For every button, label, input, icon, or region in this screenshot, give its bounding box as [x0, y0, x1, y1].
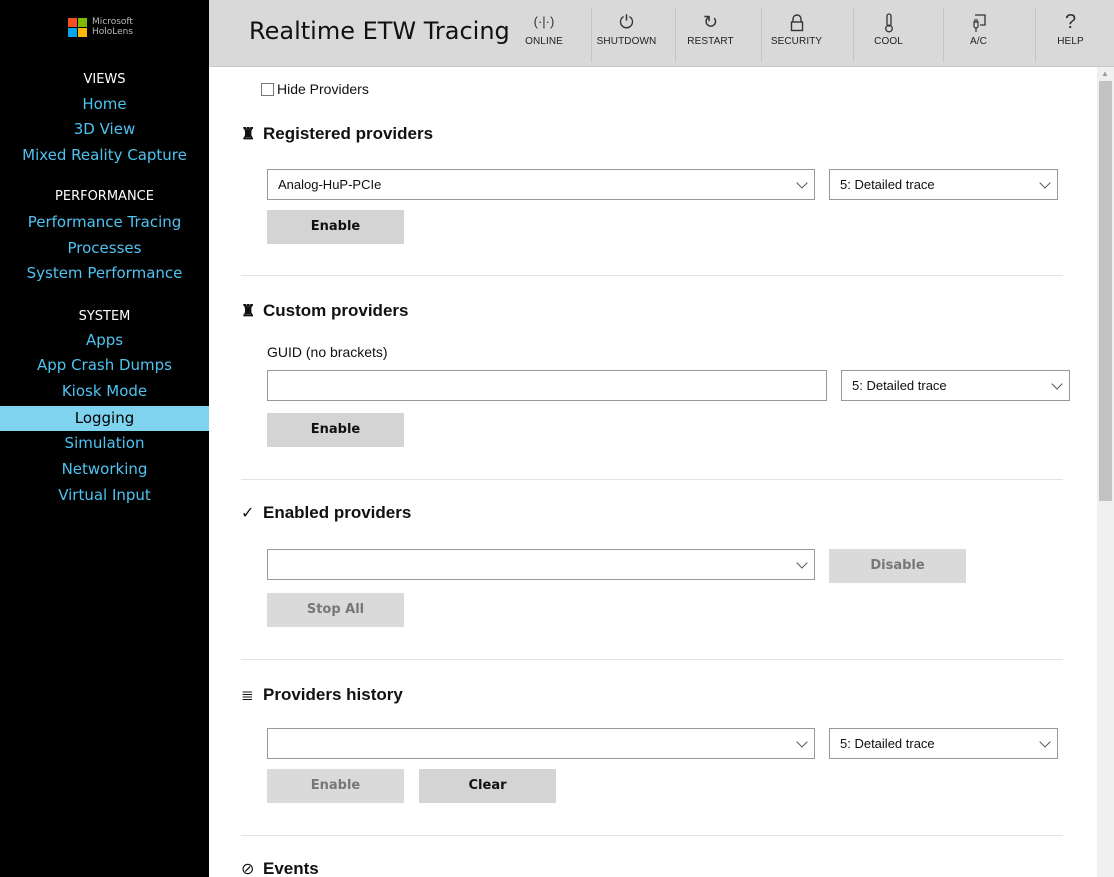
registered-providers-title: Registered providers	[263, 124, 434, 143]
stop-all-button[interactable]: Stop All	[267, 593, 404, 627]
sidebar-item-app-crash-dumps[interactable]: App Crash Dumps	[0, 353, 209, 378]
sidebar-item-3d-view[interactable]: 3D View	[0, 117, 209, 142]
help-icon: ?	[1064, 11, 1077, 33]
sidebar-item-performance-tracing[interactable]: Performance Tracing	[0, 210, 209, 235]
history-list-icon: ≣	[241, 687, 254, 704]
hide-providers-label: Hide Providers	[277, 81, 369, 97]
chevron-down-icon	[1051, 378, 1063, 390]
ac-button[interactable]: A/C	[943, 8, 1013, 62]
provider-icon: ♜	[241, 303, 256, 320]
sidebar-item-processes[interactable]: Processes	[0, 236, 209, 261]
enabled-providers-title: Enabled providers	[263, 503, 412, 522]
lock-icon	[762, 8, 831, 36]
divider	[241, 275, 1063, 276]
registered-provider-select[interactable]: Analog-HuP-PCIe	[267, 169, 815, 200]
cool-button[interactable]: COOL	[853, 8, 923, 62]
events-title: Events	[263, 859, 319, 877]
registered-level-select[interactable]: 5: Detailed trace	[829, 169, 1058, 200]
online-button[interactable]: (·|·) ONLINE	[509, 8, 579, 62]
events-icon: ⊘	[241, 861, 255, 877]
custom-level-value: 5: Detailed trace	[852, 378, 947, 393]
brand-line-2: HoloLens	[92, 27, 134, 37]
disable-button[interactable]: Disable	[829, 549, 966, 583]
registered-providers-heading: ♜ Registered providers	[241, 124, 433, 144]
providers-history-title: Providers history	[263, 685, 403, 704]
history-level-value: 5: Detailed trace	[840, 736, 935, 751]
guid-label: GUID (no brackets)	[267, 344, 388, 360]
online-icon: (·|·)	[533, 14, 555, 29]
checkmark-icon: ✓	[241, 505, 255, 522]
scroll-thumb[interactable]	[1099, 81, 1112, 501]
custom-providers-heading: ♜ Custom providers	[241, 301, 408, 321]
page-title: Realtime ETW Tracing	[249, 17, 510, 45]
guid-input[interactable]	[267, 370, 827, 401]
divider	[241, 835, 1063, 836]
security-button[interactable]: SECURITY	[761, 8, 831, 62]
sidebar-item-networking[interactable]: Networking	[0, 457, 209, 482]
events-heading: ⊘ Events	[241, 859, 319, 877]
providers-history-heading: ≣ Providers history	[241, 685, 403, 705]
clear-history-button[interactable]: Clear	[419, 769, 556, 803]
sidebar-item-system-performance[interactable]: System Performance	[0, 261, 209, 286]
divider	[241, 659, 1063, 660]
registered-level-value: 5: Detailed trace	[840, 177, 935, 192]
nav-section-views: VIEWS	[83, 72, 126, 87]
brand-line-1: Microsoft	[92, 17, 133, 27]
plug-icon	[944, 8, 1013, 36]
custom-providers-title: Custom providers	[263, 301, 409, 320]
hololens-logo: Microsoft HoloLens	[68, 16, 133, 38]
enabled-provider-select[interactable]	[267, 549, 815, 580]
sidebar-item-simulation[interactable]: Simulation	[0, 431, 209, 456]
scroll-up-arrow-icon[interactable]: ▲	[1101, 69, 1109, 78]
custom-enable-button[interactable]: Enable	[267, 413, 404, 447]
help-button[interactable]: ? HELP	[1035, 8, 1105, 62]
checkbox-box[interactable]	[261, 82, 274, 96]
header-bar: Realtime ETW Tracing (·|·) ONLINE ⏻ SHUT…	[209, 0, 1114, 67]
nav-section-system: SYSTEM	[78, 309, 131, 324]
microsoft-logo-icon	[68, 17, 87, 37]
history-enable-button[interactable]: Enable	[267, 769, 404, 803]
sidebar-item-mixed-reality-capture[interactable]: Mixed Reality Capture	[0, 143, 209, 168]
divider	[241, 479, 1063, 480]
provider-icon: ♜	[241, 126, 256, 143]
sidebar-item-home[interactable]: Home	[0, 92, 209, 117]
registered-provider-value: Analog-HuP-PCIe	[278, 177, 382, 192]
sidebar-item-kiosk-mode[interactable]: Kiosk Mode	[0, 379, 209, 404]
enabled-providers-heading: ✓ Enabled providers	[241, 503, 411, 523]
vertical-scrollbar[interactable]: ▲	[1097, 67, 1114, 877]
sidebar: Microsoft HoloLens VIEWS Home 3D View Mi…	[0, 0, 209, 877]
chevron-down-icon	[796, 177, 808, 189]
shutdown-button[interactable]: ⏻ SHUTDOWN	[591, 8, 661, 62]
restart-button[interactable]: ↻ RESTART	[675, 8, 745, 62]
chevron-down-icon	[1039, 177, 1051, 189]
chevron-down-icon	[796, 736, 808, 748]
custom-level-select[interactable]: 5: Detailed trace	[841, 370, 1070, 401]
sidebar-item-apps[interactable]: Apps	[0, 328, 209, 353]
chevron-down-icon	[1039, 736, 1051, 748]
restart-icon: ↻	[702, 12, 719, 32]
nav-section-performance: PERFORMANCE	[55, 189, 154, 204]
hide-providers-checkbox[interactable]: Hide Providers	[261, 81, 369, 97]
chevron-down-icon	[796, 557, 808, 569]
main-content: Hide Providers ♜ Registered providers An…	[209, 67, 1097, 877]
history-level-select[interactable]: 5: Detailed trace	[829, 728, 1058, 759]
sidebar-item-logging[interactable]: Logging	[0, 406, 209, 431]
registered-enable-button[interactable]: Enable	[267, 210, 404, 244]
power-icon: ⏻	[619, 12, 634, 32]
sidebar-item-virtual-input[interactable]: Virtual Input	[0, 483, 209, 508]
thermometer-icon	[854, 8, 923, 36]
history-provider-select[interactable]	[267, 728, 815, 759]
